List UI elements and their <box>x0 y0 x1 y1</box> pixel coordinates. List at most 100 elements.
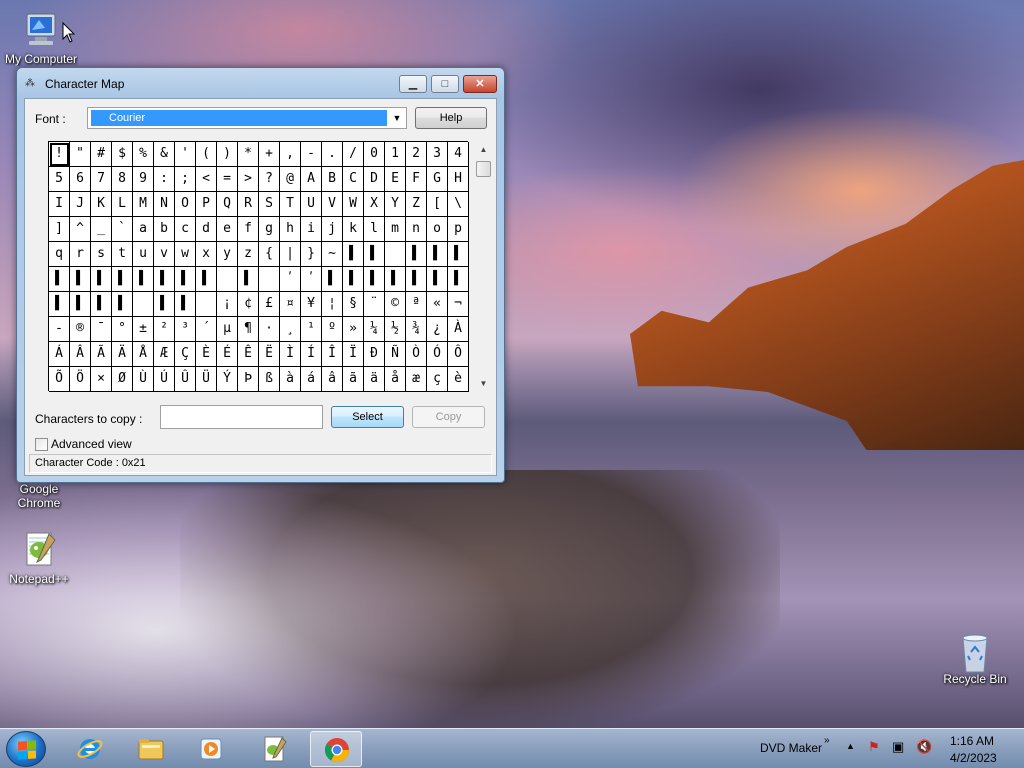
character-cell[interactable]: B <box>322 167 343 192</box>
character-cell[interactable]: ▌ <box>154 292 175 317</box>
advanced-view-checkbox[interactable]: Advanced view <box>35 437 132 451</box>
character-cell[interactable]: ▌ <box>238 267 259 292</box>
character-cell[interactable]: ▌ <box>175 292 196 317</box>
character-cell[interactable]: 5 <box>49 167 70 192</box>
character-cell[interactable]: c <box>175 217 196 242</box>
character-cell[interactable] <box>217 267 238 292</box>
character-cell[interactable]: ▌ <box>112 292 133 317</box>
character-cell[interactable]: ¦ <box>322 292 343 317</box>
action-center-icon[interactable]: ⚑ <box>868 739 880 755</box>
character-cell[interactable]: ▌ <box>175 267 196 292</box>
character-cell[interactable]: , <box>280 142 301 167</box>
character-cell[interactable]: % <box>133 142 154 167</box>
character-cell[interactable]: Â <box>70 342 91 367</box>
character-cell[interactable]: Ö <box>70 367 91 392</box>
character-cell[interactable]: s <box>91 242 112 267</box>
character-cell[interactable]: Z <box>406 192 427 217</box>
character-cell[interactable]: Y <box>385 192 406 217</box>
character-cell[interactable]: Ì <box>280 342 301 367</box>
character-cell[interactable]: ʹ <box>301 267 322 292</box>
character-cell[interactable]: R <box>238 192 259 217</box>
character-cell[interactable]: Õ <box>49 367 70 392</box>
character-cell[interactable]: e <box>217 217 238 242</box>
character-cell[interactable]: ▌ <box>448 242 469 267</box>
character-cell[interactable]: · <box>259 317 280 342</box>
character-cell[interactable] <box>385 242 406 267</box>
character-cell[interactable]: ¶ <box>238 317 259 342</box>
character-cell[interactable]: ~ <box>322 242 343 267</box>
character-cell[interactable] <box>133 292 154 317</box>
character-cell[interactable] <box>196 292 217 317</box>
character-cell[interactable]: - <box>301 142 322 167</box>
character-cell[interactable]: Ú <box>154 367 175 392</box>
copy-button[interactable]: Copy <box>412 406 485 428</box>
character-cell[interactable]: § <box>343 292 364 317</box>
character-cell[interactable]: ▌ <box>322 267 343 292</box>
character-cell[interactable]: ¡ <box>217 292 238 317</box>
character-cell[interactable]: P <box>196 192 217 217</box>
character-cell[interactable]: f <box>238 217 259 242</box>
character-cell[interactable]: 2 <box>406 142 427 167</box>
character-cell[interactable]: ä <box>364 367 385 392</box>
character-cell[interactable]: Ø <box>112 367 133 392</box>
character-cell[interactable]: ¸ <box>280 317 301 342</box>
character-cell[interactable]: É <box>217 342 238 367</box>
title-bar[interactable]: ⁂ Character Map ▁ □ ✕ <box>17 68 504 98</box>
character-cell[interactable]: J <box>70 192 91 217</box>
character-cell[interactable]: Ð <box>364 342 385 367</box>
character-cell[interactable]: È <box>196 342 217 367</box>
character-cell[interactable]: Î <box>322 342 343 367</box>
character-cell[interactable]: b <box>154 217 175 242</box>
taskbar-item-file-explorer[interactable] <box>125 731 177 767</box>
character-cell[interactable]: Ò <box>406 342 427 367</box>
character-cell[interactable]: ▌ <box>406 242 427 267</box>
character-cell[interactable]: Ï <box>343 342 364 367</box>
character-cell[interactable]: × <box>91 367 112 392</box>
character-cell[interactable]: ▌ <box>406 267 427 292</box>
help-button[interactable]: Help <box>415 107 487 129</box>
character-cell[interactable]: w <box>175 242 196 267</box>
character-cell[interactable]: ▌ <box>49 292 70 317</box>
character-cell[interactable]: h <box>280 217 301 242</box>
character-cell[interactable]: á <box>301 367 322 392</box>
character-cell[interactable]: ³ <box>175 317 196 342</box>
scrollbar-thumb[interactable] <box>476 161 491 177</box>
character-cell[interactable]: [ <box>427 192 448 217</box>
character-cell[interactable]: ▌ <box>112 267 133 292</box>
character-cell[interactable]: ¬ <box>448 292 469 317</box>
character-cell[interactable]: \ <box>448 192 469 217</box>
character-cell[interactable]: S <box>259 192 280 217</box>
character-cell[interactable]: ¥ <box>301 292 322 317</box>
character-cell[interactable]: ½ <box>385 317 406 342</box>
character-cell[interactable]: ▌ <box>343 242 364 267</box>
character-cell[interactable]: g <box>259 217 280 242</box>
character-cell[interactable]: 3 <box>427 142 448 167</box>
checkbox-icon[interactable] <box>35 437 48 451</box>
character-cell[interactable]: Ä <box>112 342 133 367</box>
character-cell[interactable]: " <box>70 142 91 167</box>
character-cell[interactable]: Ô <box>448 342 469 367</box>
character-cell[interactable]: & <box>154 142 175 167</box>
character-cell[interactable]: 8 <box>112 167 133 192</box>
character-cell[interactable]: j <box>322 217 343 242</box>
character-cell[interactable]: ¯ <box>91 317 112 342</box>
character-cell[interactable]: a <box>133 217 154 242</box>
character-cell[interactable]: _ <box>91 217 112 242</box>
character-cell[interactable]: : <box>154 167 175 192</box>
character-cell[interactable]: ª <box>406 292 427 317</box>
character-cell[interactable]: ? <box>259 167 280 192</box>
character-cell[interactable]: A <box>301 167 322 192</box>
character-cell[interactable]: ± <box>133 317 154 342</box>
character-cell[interactable]: 1 <box>385 142 406 167</box>
character-cell[interactable]: ² <box>154 317 175 342</box>
character-cell[interactable]: . <box>322 142 343 167</box>
tray-chevron-icon[interactable]: » <box>824 735 830 746</box>
character-grid-scrollbar[interactable]: ▲ ▼ <box>475 141 492 392</box>
character-cell[interactable]: Ù <box>133 367 154 392</box>
close-button[interactable]: ✕ <box>463 75 497 93</box>
font-dropdown[interactable]: Courier ▼ <box>87 107 407 129</box>
character-cell[interactable]: Ü <box>196 367 217 392</box>
character-cell[interactable]: « <box>427 292 448 317</box>
clock-time[interactable]: 1:16 AM <box>950 734 994 748</box>
character-cell[interactable]: x <box>196 242 217 267</box>
